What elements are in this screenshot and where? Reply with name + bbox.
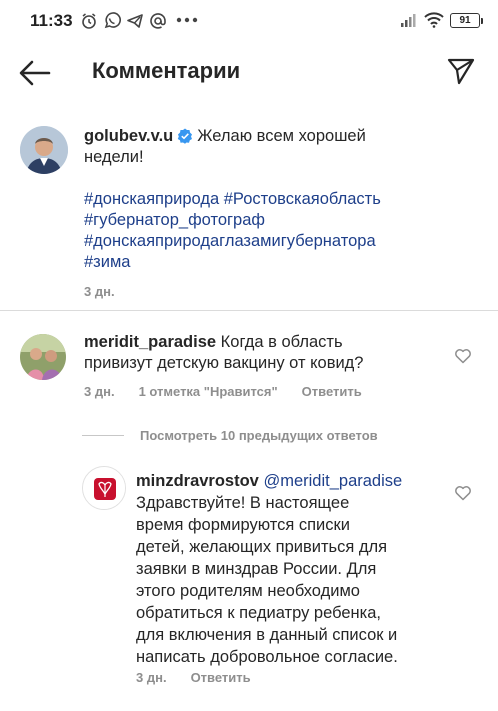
verified-badge-icon [178, 128, 193, 144]
whatsapp-icon [104, 12, 121, 29]
avatar-photo-icon [20, 334, 66, 380]
like-heart-icon[interactable] [454, 484, 472, 502]
avatar-meridit[interactable] [20, 334, 66, 380]
reply-timestamp: 3 дн. [136, 670, 167, 685]
alarm-icon [82, 13, 96, 29]
comment-likes-link[interactable]: 1 отметка "Нравится" [139, 384, 278, 399]
page-title: Комментарии [92, 58, 241, 83]
status-time: 11:33 [30, 11, 73, 30]
reply-text-line: обратиться к педиатру ребенка, [136, 604, 381, 622]
caption-divider [0, 310, 498, 311]
wifi-icon [424, 12, 444, 28]
reply-mention-link[interactable]: @meridit_paradise [263, 472, 402, 490]
ministry-emblem-icon [83, 467, 125, 509]
comment-text-line1: Когда в область [220, 333, 343, 351]
post-text-line2: недели! [84, 148, 144, 166]
reply-meta: 3 дн. Ответить [136, 670, 251, 685]
view-previous-label[interactable]: Посмотреть 10 предыдущих ответов [140, 428, 378, 443]
post-timestamp: 3 дн. [84, 284, 115, 299]
reply-text-line: для включения в данный список и [136, 626, 398, 644]
comment-reply-button[interactable]: Ответить [302, 384, 362, 399]
post-username[interactable]: golubev.v.u [84, 127, 173, 145]
comment-timestamp: 3 дн. [84, 384, 115, 399]
comment-text: meridit_paradise Когда в область привизу… [84, 332, 434, 374]
header: Комментарии [0, 48, 498, 98]
like-heart-icon[interactable] [454, 347, 472, 365]
reply-text: minzdravrostov @meridit_paradise Здравст… [136, 470, 456, 668]
reply-text-line: время формируются списки [136, 516, 350, 534]
post-meta: 3 дн. [84, 284, 115, 299]
status-right: 91 [400, 12, 483, 28]
reply-username[interactable]: minzdravrostov [136, 472, 259, 490]
view-previous-replies[interactable]: Посмотреть 10 предыдущих ответов [82, 428, 378, 443]
replies-line [82, 435, 124, 436]
reply-text-line: детей, желающих привиться для [136, 538, 388, 556]
back-arrow-icon[interactable] [18, 58, 52, 88]
avatar-minzdrav[interactable] [82, 466, 126, 510]
avatar-photo-icon [20, 126, 68, 174]
hashtag-line[interactable]: #донскаяприродаглазамигубернатора [84, 231, 424, 252]
hashtag-line[interactable]: #зима [84, 252, 424, 273]
at-sign-icon [150, 13, 166, 29]
comment-meta: 3 дн. 1 отметка "Нравится" Ответить [84, 384, 362, 399]
hashtag-line[interactable]: #донскаяприрода #Ростовскаяобласть [84, 189, 424, 210]
signal-icon [401, 14, 416, 27]
reply-text-line: написать добровольное согласие. [136, 648, 398, 666]
reply-reply-button[interactable]: Ответить [191, 670, 251, 685]
reply-text-line: заявки в минздрав России. Для [136, 560, 377, 578]
status-bar: 11:33 91 [0, 0, 498, 40]
reply-text-line: Здравствуйте! В настоящее [136, 494, 350, 512]
telegram-icon [127, 14, 143, 28]
comment-text-line2: привизут детскую вакцину от ковид? [84, 354, 364, 372]
reply-text-line: этого родителям необходимо [136, 582, 360, 600]
comment-username[interactable]: meridit_paradise [84, 333, 216, 351]
send-icon[interactable] [446, 56, 476, 86]
more-notifications-icon [176, 17, 198, 23]
battery-indicator: 91 [450, 12, 483, 28]
hashtag-line[interactable]: #губернатор_фотограф [84, 210, 424, 231]
post-text-line1: Желаю всем хорошей [197, 127, 366, 145]
post-caption: golubev.v.u Желаю всем хорошей недели! #… [84, 126, 424, 273]
avatar-golubev[interactable] [20, 126, 68, 174]
